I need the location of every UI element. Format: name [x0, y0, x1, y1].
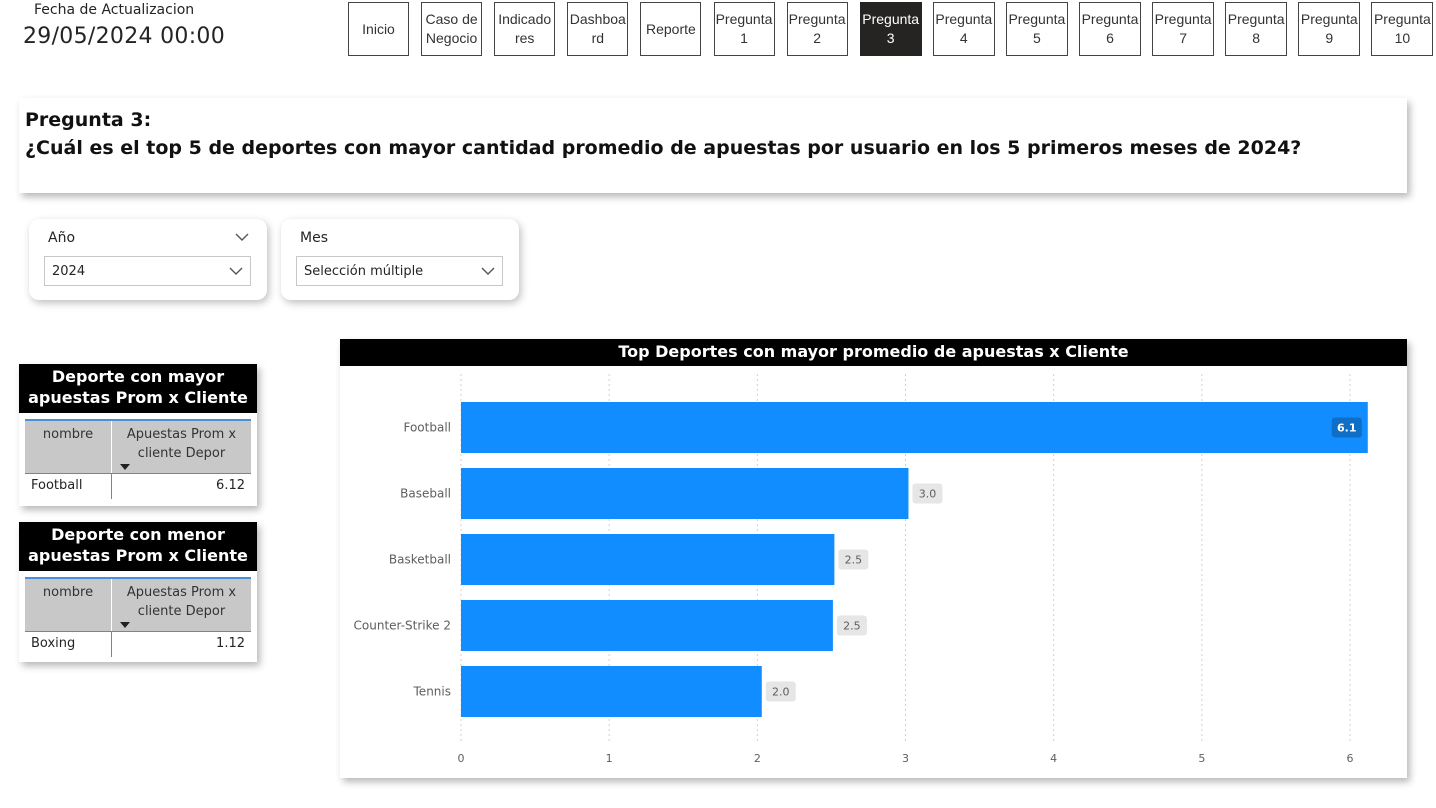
column-header-apuestas[interactable]: Apuestas Prom x cliente Depor [112, 421, 251, 473]
x-tick-label: 2 [754, 752, 761, 765]
y-category-label: Football [403, 421, 451, 435]
nav-button-12[interactable]: Pregunta 7 [1152, 2, 1215, 56]
x-tick-label: 1 [606, 752, 613, 765]
data-label: 2.5 [843, 620, 861, 633]
table-row: Football 6.12 [25, 473, 251, 499]
cell-nombre: Boxing [25, 632, 112, 657]
nav-button-7[interactable]: Pregunta 2 [786, 2, 848, 56]
nav-button-15[interactable]: Pregunta 10 [1371, 2, 1434, 56]
data-label: 3.0 [919, 488, 937, 501]
month-dropdown[interactable]: Selección múltiple [296, 256, 503, 286]
update-date-label: Fecha de Actualizacion [34, 2, 195, 18]
x-tick-label: 5 [1198, 752, 1205, 765]
data-label: 6.1 [1337, 422, 1357, 435]
question-text: ¿Cuál es el top 5 de deportes con mayor … [25, 137, 1302, 159]
year-dropdown[interactable]: 2024 [44, 256, 251, 286]
y-category-label: Counter-Strike 2 [354, 619, 451, 633]
month-slicer: Mes Selección múltiple [281, 219, 519, 300]
year-dropdown-value: 2024 [52, 264, 86, 279]
x-tick-label: 3 [902, 752, 909, 765]
x-tick-label: 4 [1050, 752, 1057, 765]
min-sport-table-title: Deporte con menor apuestas Prom x Client… [19, 522, 257, 571]
update-date-value: 29/05/2024 00:00 [23, 24, 225, 49]
sort-desc-icon [120, 622, 130, 628]
bar[interactable] [461, 534, 835, 585]
chevron-down-icon [229, 267, 243, 275]
min-sport-table: Deporte con menor apuestas Prom x Client… [19, 522, 257, 662]
month-slicer-title: Mes [300, 230, 328, 246]
nav-button-14[interactable]: Pregunta 9 [1298, 2, 1361, 56]
chevron-down-icon[interactable] [235, 232, 249, 242]
y-category-label: Basketball [389, 553, 451, 567]
nav-button-5[interactable]: Reporte [640, 2, 702, 56]
nav-button-4[interactable]: Dashboa rd [567, 2, 629, 56]
max-sport-table: Deporte con mayor apuestas Prom x Client… [19, 364, 257, 506]
nav-button-10[interactable]: Pregunta 5 [1005, 2, 1068, 56]
bar[interactable] [461, 600, 833, 651]
cell-value: 1.12 [216, 636, 245, 651]
cell-nombre: Football [25, 474, 112, 499]
nav-button-8[interactable]: Pregunta 3 [859, 2, 922, 56]
nav-button-11[interactable]: Pregunta 6 [1079, 2, 1141, 56]
nav-button-3[interactable]: Indicado res [494, 2, 556, 56]
chart-title: Top Deportes con mayor promedio de apues… [340, 339, 1407, 366]
x-tick-label: 6 [1347, 752, 1354, 765]
data-label: 2.5 [845, 554, 863, 567]
x-tick-label: 0 [458, 752, 465, 765]
bar[interactable] [461, 402, 1368, 453]
table-row: Boxing 1.12 [25, 631, 251, 657]
y-category-label: Baseball [400, 487, 451, 501]
question-title: Pregunta 3: [25, 109, 152, 131]
month-dropdown-value: Selección múltiple [304, 264, 424, 279]
column-header-apuestas-label: Apuestas Prom x cliente Depor [126, 585, 237, 619]
sort-desc-icon [120, 464, 130, 470]
year-slicer: Año 2024 [29, 219, 267, 300]
question-card: Pregunta 3: ¿Cuál es el top 5 de deporte… [19, 98, 1407, 193]
nav-button-9[interactable]: Pregunta 4 [932, 2, 995, 56]
year-slicer-title: Año [48, 230, 76, 246]
data-label: 2.0 [772, 686, 790, 699]
nav-button-1[interactable]: Inicio [348, 2, 409, 56]
bar[interactable] [461, 666, 762, 717]
nav-button-2[interactable]: Caso de Negocio [421, 2, 483, 56]
chart-plot: 0 1 2 3 4 5 6 Football 6.1 Baseball 3.0 Basketball 2… [354, 374, 1368, 765]
cell-value: 6.12 [216, 478, 245, 493]
column-header-apuestas[interactable]: Apuestas Prom x cliente Depor [112, 579, 251, 631]
bar[interactable] [461, 468, 909, 519]
y-category-label: Tennis [413, 685, 451, 699]
max-sport-table-title: Deporte con mayor apuestas Prom x Client… [19, 364, 257, 413]
sports-bar-chart: Top Deportes con mayor promedio de apues… [340, 339, 1407, 778]
nav-button-13[interactable]: Pregunta 8 [1225, 2, 1288, 56]
column-header-nombre[interactable]: nombre [25, 421, 112, 473]
nav-button-6[interactable]: Pregunta 1 [713, 2, 775, 56]
column-header-apuestas-label: Apuestas Prom x cliente Depor [126, 427, 237, 461]
chevron-down-icon [481, 267, 495, 275]
column-header-nombre[interactable]: nombre [25, 579, 112, 631]
